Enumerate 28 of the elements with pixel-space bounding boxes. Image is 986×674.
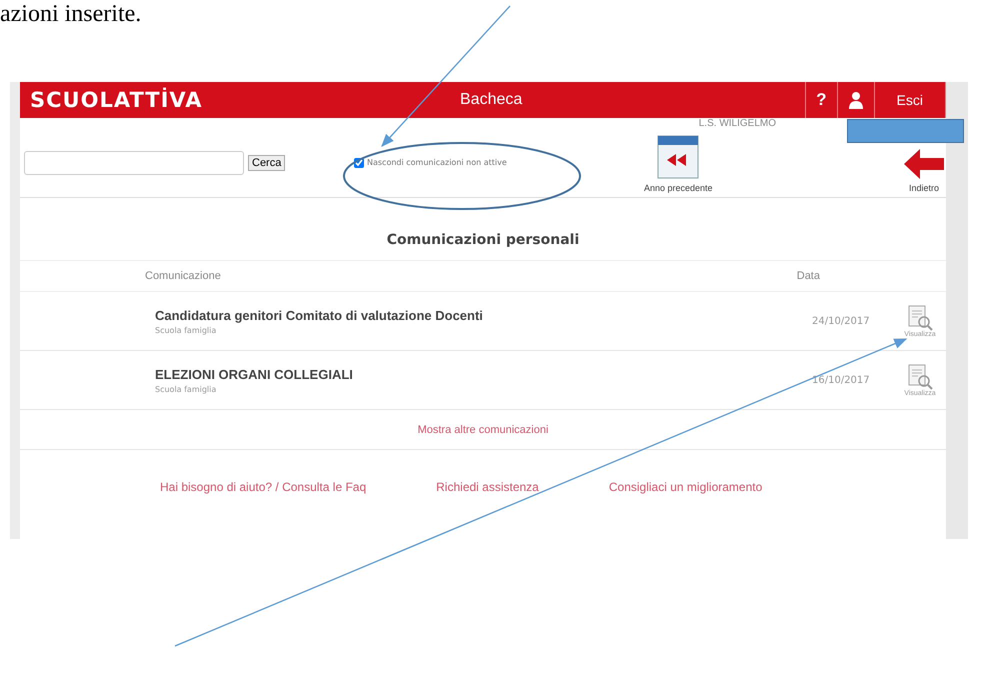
search-button[interactable]: Cerca: [248, 154, 286, 170]
user-icon: [848, 91, 864, 109]
page-title: Bacheca: [460, 91, 524, 109]
school-name: L.S. WILIGELMO: [698, 118, 776, 131]
document-search-icon: [907, 304, 933, 330]
document-search-icon: [907, 364, 933, 390]
footer-link[interactable]: Richiedi assistenza: [436, 480, 539, 494]
message-date: 24/10/2017: [812, 316, 871, 326]
previous-year-button[interactable]: Anno precedente: [644, 135, 713, 193]
help-button[interactable]: ?: [805, 82, 837, 118]
footer-link[interactable]: Consigliaci un miglioramento: [608, 480, 762, 494]
document-text: azioni inserite.: [0, 0, 142, 28]
message-date: 16/10/2017: [812, 374, 871, 386]
footer-link[interactable]: Hai bisogno di aiuto? / Consulta le Faq: [160, 480, 366, 494]
calendar-icon: [657, 135, 700, 179]
search-field[interactable]: [24, 150, 244, 174]
message-title: ELEZIONI ORGANI COLLEGIALI: [155, 366, 354, 382]
checkbox-label: Nascondi comunicazioni non attive: [367, 158, 507, 167]
back-button[interactable]: Indietro: [904, 149, 944, 193]
message-source: Scuola famiglia: [155, 384, 218, 394]
column-header: Comunicazione: [145, 270, 222, 282]
column-header: Data: [796, 270, 820, 282]
arrow-left-icon: [904, 149, 944, 179]
section-title: Comunicazioni personali: [20, 198, 946, 261]
show-more-link[interactable]: Mostra altre comunicazioni: [418, 424, 548, 436]
logo: SCUOLATTİVA: [29, 88, 204, 112]
message-source: Scuola famiglia: [155, 326, 218, 334]
message-title: Candidatura genitori Comitato di valutazione Docenti: [155, 308, 484, 322]
